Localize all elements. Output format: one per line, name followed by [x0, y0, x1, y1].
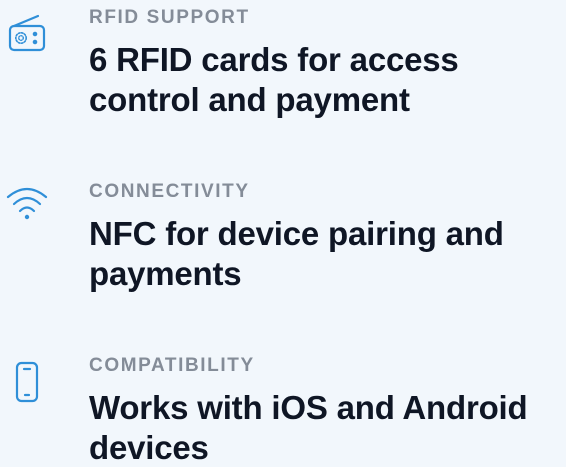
- feature-kicker: COMPATIBILITY: [89, 355, 255, 376]
- radio-icon: [5, 12, 49, 56]
- feature-title: 6 RFID cards for access control and paym…: [89, 41, 459, 118]
- wifi-icon: [5, 184, 49, 228]
- feature-kicker: CONNECTIVITY: [89, 181, 250, 202]
- feature-title: Works with iOS and Android devices: [89, 389, 528, 466]
- feature-title: NFC for device pairing and payments: [89, 215, 504, 292]
- feature-kicker: RFID SUPPORT: [89, 7, 250, 28]
- smartphone-icon: [5, 360, 49, 404]
